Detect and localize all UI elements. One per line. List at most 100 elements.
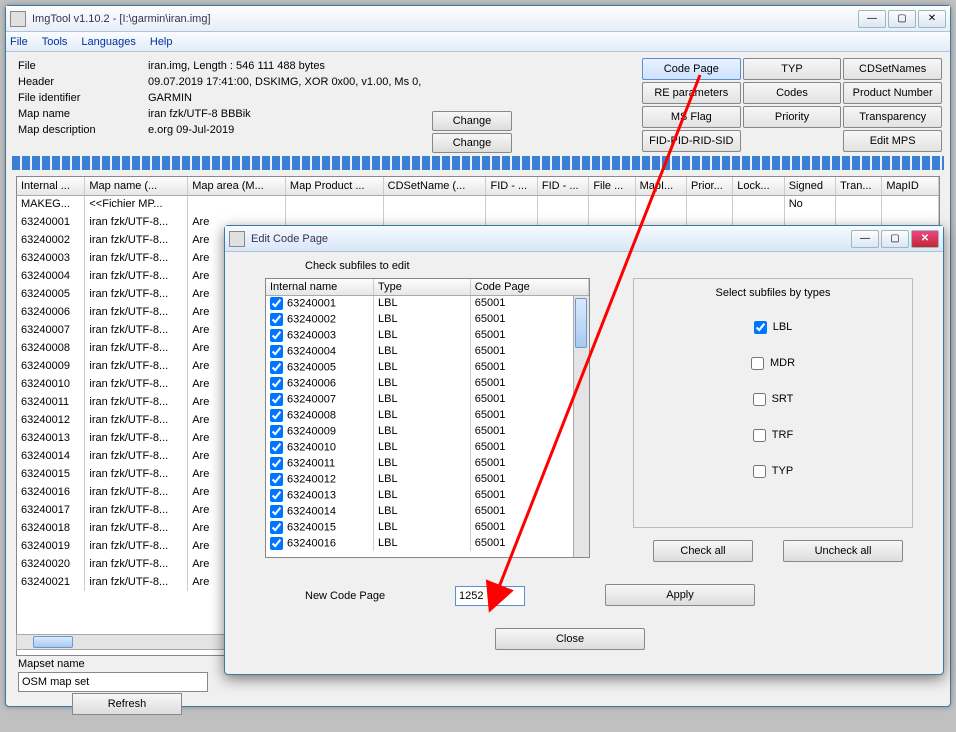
- change-mapname-button[interactable]: Change: [432, 111, 512, 131]
- subfile-row[interactable]: 63240010LBL65001: [266, 439, 589, 455]
- column-header[interactable]: File ...: [589, 177, 635, 195]
- re-parameters-button[interactable]: RE parameters: [642, 82, 741, 104]
- close-dialog-button[interactable]: Close: [495, 628, 645, 650]
- subfile-checkbox[interactable]: [270, 505, 283, 518]
- priority-button[interactable]: Priority: [743, 106, 842, 128]
- column-header[interactable]: Map name (...: [85, 177, 188, 195]
- subfile-checkbox[interactable]: [270, 297, 283, 310]
- change-mapdesc-button[interactable]: Change: [432, 133, 512, 153]
- subfile-row[interactable]: 63240004LBL65001: [266, 343, 589, 359]
- subfile-row[interactable]: 63240005LBL65001: [266, 359, 589, 375]
- subfile-checkbox[interactable]: [270, 393, 283, 406]
- subfile-row[interactable]: 63240007LBL65001: [266, 391, 589, 407]
- subfile-row[interactable]: 63240012LBL65001: [266, 471, 589, 487]
- app-icon: [10, 11, 26, 27]
- scrollbar-thumb[interactable]: [33, 636, 73, 648]
- column-header[interactable]: CDSetName (...: [383, 177, 486, 195]
- column-header[interactable]: Map area (M...: [188, 177, 286, 195]
- codes-button[interactable]: Codes: [743, 82, 842, 104]
- close-button[interactable]: ✕: [918, 10, 946, 28]
- menu-file[interactable]: File: [10, 36, 28, 48]
- type-checkbox-mdr[interactable]: [751, 357, 764, 370]
- column-header[interactable]: Signed: [784, 177, 835, 195]
- subfile-checkbox[interactable]: [270, 537, 283, 550]
- type-checkbox-typ[interactable]: [753, 465, 766, 478]
- uncheck-all-button[interactable]: Uncheck all: [783, 540, 903, 562]
- subfile-checkbox[interactable]: [270, 521, 283, 534]
- column-header[interactable]: FID - ...: [537, 177, 588, 195]
- subfile-checkbox[interactable]: [270, 377, 283, 390]
- subfile-row[interactable]: 63240009LBL65001: [266, 423, 589, 439]
- subfiles-list[interactable]: Internal name Type Code Page 63240001LBL…: [265, 278, 590, 558]
- subfile-row[interactable]: 63240016LBL65001: [266, 535, 589, 551]
- dialog-maximize-button[interactable]: ▢: [881, 230, 909, 248]
- menu-languages[interactable]: Languages: [81, 36, 135, 48]
- code-page-button[interactable]: Code Page: [642, 58, 741, 80]
- subfile-checkbox[interactable]: [270, 409, 283, 422]
- dialog-titlebar[interactable]: Edit Code Page — ▢ ✕: [225, 226, 943, 252]
- typ-button[interactable]: TYP: [743, 58, 842, 80]
- subfile-checkbox[interactable]: [270, 329, 283, 342]
- dialog-minimize-button[interactable]: —: [851, 230, 879, 248]
- column-header[interactable]: MapI...: [635, 177, 686, 195]
- file-info: Fileiran.img, Length : 546 111 488 bytes…: [18, 60, 421, 140]
- subfile-row[interactable]: 63240001LBL65001: [266, 295, 589, 311]
- transparency-button[interactable]: Transparency: [843, 106, 942, 128]
- menu-tools[interactable]: Tools: [42, 36, 68, 48]
- menu-help[interactable]: Help: [150, 36, 173, 48]
- column-header[interactable]: FID - ...: [486, 177, 537, 195]
- refresh-button[interactable]: Refresh: [72, 693, 182, 715]
- subfile-row[interactable]: 63240011LBL65001: [266, 455, 589, 471]
- fid-pid-rid-sid-button[interactable]: FID-PID-RID-SID: [642, 130, 741, 152]
- sublist-scrollbar[interactable]: [573, 296, 589, 557]
- subfile-row[interactable]: 63240014LBL65001: [266, 503, 589, 519]
- column-header[interactable]: Internal ...: [17, 177, 85, 195]
- subfile-row[interactable]: 63240006LBL65001: [266, 375, 589, 391]
- subfile-row[interactable]: 63240003LBL65001: [266, 327, 589, 343]
- type-row: TRF: [642, 417, 904, 453]
- column-header[interactable]: Tran...: [836, 177, 882, 195]
- window-title: ImgTool v1.10.2 - [I:\garmin\iran.img]: [32, 13, 858, 25]
- sublist-scrollbar-thumb[interactable]: [575, 298, 587, 348]
- type-checkbox-lbl[interactable]: [754, 321, 767, 334]
- apply-button[interactable]: Apply: [605, 584, 755, 606]
- subfile-checkbox[interactable]: [270, 361, 283, 374]
- type-checkbox-srt[interactable]: [753, 393, 766, 406]
- column-header[interactable]: Lock...: [733, 177, 784, 195]
- ms-flag-button[interactable]: MS Flag: [642, 106, 741, 128]
- table-row[interactable]: MAKEG...<<Fichier MP...No: [17, 195, 939, 213]
- cdsetnames-button[interactable]: CDSetNames: [843, 58, 942, 80]
- subfile-row[interactable]: 63240008LBL65001: [266, 407, 589, 423]
- new-code-page-input[interactable]: [455, 586, 525, 606]
- subfile-checkbox[interactable]: [270, 313, 283, 326]
- subfile-row[interactable]: 63240013LBL65001: [266, 487, 589, 503]
- subfile-checkbox[interactable]: [270, 489, 283, 502]
- subfile-row[interactable]: 63240002LBL65001: [266, 311, 589, 327]
- titlebar[interactable]: ImgTool v1.10.2 - [I:\garmin\iran.img] —…: [6, 6, 950, 32]
- subfile-checkbox[interactable]: [270, 473, 283, 486]
- type-row: TYP: [642, 453, 904, 489]
- type-label: TRF: [772, 429, 793, 441]
- col-code-page[interactable]: Code Page: [470, 279, 588, 295]
- mapset-input[interactable]: [18, 672, 208, 692]
- subfile-checkbox[interactable]: [270, 345, 283, 358]
- product-number-button[interactable]: Product Number: [843, 82, 942, 104]
- col-type[interactable]: Type: [374, 279, 471, 295]
- subfile-checkbox[interactable]: [270, 441, 283, 454]
- type-label: LBL: [773, 321, 793, 333]
- subfile-checkbox[interactable]: [270, 457, 283, 470]
- col-internal-name[interactable]: Internal name: [266, 279, 374, 295]
- type-checkbox-trf[interactable]: [753, 429, 766, 442]
- minimize-button[interactable]: —: [858, 10, 886, 28]
- column-header[interactable]: MapID: [882, 177, 939, 195]
- check-all-button[interactable]: Check all: [653, 540, 753, 562]
- edit-mps-button[interactable]: Edit MPS: [843, 130, 942, 152]
- column-header[interactable]: Map Product ...: [285, 177, 383, 195]
- dialog-title: Edit Code Page: [251, 233, 851, 245]
- subfile-checkbox[interactable]: [270, 425, 283, 438]
- file-val: iran.img, Length : 546 111 488 bytes: [148, 60, 325, 76]
- subfile-row[interactable]: 63240015LBL65001: [266, 519, 589, 535]
- maximize-button[interactable]: ▢: [888, 10, 916, 28]
- dialog-close-button[interactable]: ✕: [911, 230, 939, 248]
- column-header[interactable]: Prior...: [687, 177, 733, 195]
